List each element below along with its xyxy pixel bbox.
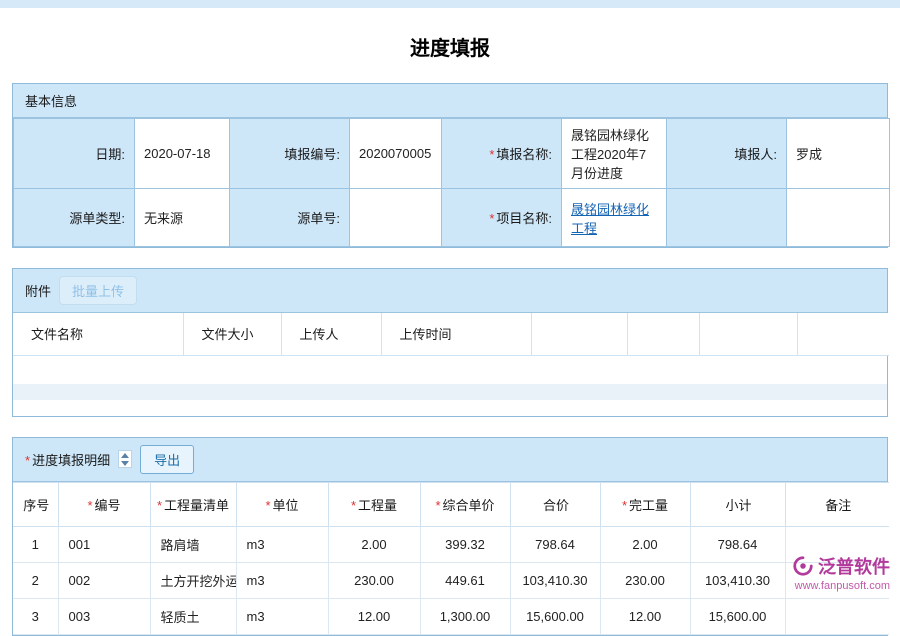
- project-name-link[interactable]: 晟铭园林绿化工程: [571, 202, 649, 236]
- basic-info-header: 基本信息: [13, 84, 887, 118]
- table-cell: [785, 598, 889, 634]
- column-header: 合价: [510, 482, 600, 526]
- table-cell: [785, 562, 889, 598]
- reporter-label: 填报人:: [667, 119, 787, 189]
- table-cell: 449.61: [420, 562, 510, 598]
- project-name-value: 晟铭园林绿化工程: [562, 189, 667, 247]
- reporter-value: 罗成: [787, 119, 890, 189]
- table-row[interactable]: 2 002 土方开挖外运 m3 230.00 449.61 103,410.30…: [13, 562, 889, 598]
- empty-row-stripe: [13, 384, 887, 400]
- project-name-label: *项目名称:: [442, 189, 562, 247]
- table-cell: 12.00: [328, 598, 420, 634]
- basic-info-title: 基本信息: [25, 91, 77, 110]
- table-cell: 798.64: [510, 526, 600, 562]
- table-cell: 399.32: [420, 526, 510, 562]
- column-header: 小计: [690, 482, 785, 526]
- table-row[interactable]: 1 001 路肩墙 m3 2.00 399.32 798.64 2.00 798…: [13, 526, 889, 562]
- table-cell: 2.00: [328, 526, 420, 562]
- table-cell: 1,300.00: [420, 598, 510, 634]
- table-cell: 3: [13, 598, 58, 634]
- empty-label: [667, 189, 787, 247]
- table-cell: m3: [236, 562, 328, 598]
- column-header: 上传时间: [381, 313, 531, 355]
- column-header: [627, 313, 699, 355]
- table-cell: 12.00: [600, 598, 690, 634]
- table-cell: 15,600.00: [690, 598, 785, 634]
- batch-upload-button[interactable]: 批量上传: [59, 276, 137, 305]
- attachments-table: 文件名称 文件大小 上传人 上传时间: [13, 313, 889, 356]
- table-cell: 230.00: [328, 562, 420, 598]
- basic-info-row: 源单类型: 无来源 源单号: *项目名称: 晟铭园林绿化工程: [14, 189, 890, 247]
- top-strip: [0, 0, 900, 8]
- column-header: *编号: [58, 482, 150, 526]
- details-title: *进度填报明细: [25, 450, 110, 469]
- page: 进度填报 基本信息 日期: 2020-07-18 填报编号: 202007000…: [0, 0, 900, 600]
- attachments-header-row: 文件名称 文件大小 上传人 上传时间: [13, 313, 889, 355]
- page-title: 进度填报: [0, 8, 900, 83]
- column-header: 文件名称: [13, 313, 183, 355]
- date-value: 2020-07-18: [135, 119, 230, 189]
- table-cell: 001: [58, 526, 150, 562]
- details-table: 序号 *编号 *工程量清单 *单位 *工程量 *综合单价 合价 *完工量 小计 …: [13, 482, 889, 635]
- column-header: [699, 313, 797, 355]
- table-cell: [785, 526, 889, 562]
- table-cell: 15,600.00: [510, 598, 600, 634]
- table-cell: 103,410.30: [510, 562, 600, 598]
- table-cell: 1: [13, 526, 58, 562]
- column-header: 上传人: [281, 313, 381, 355]
- column-header: *单位: [236, 482, 328, 526]
- table-row[interactable]: 3 003 轻质土 m3 12.00 1,300.00 15,600.00 12…: [13, 598, 889, 634]
- details-header-row: 序号 *编号 *工程量清单 *单位 *工程量 *综合单价 合价 *完工量 小计 …: [13, 482, 889, 526]
- table-cell: 103,410.30: [690, 562, 785, 598]
- attachments-empty-area: [13, 356, 887, 416]
- basic-info-row: 日期: 2020-07-18 填报编号: 2020070005 *填报名称: 晟…: [14, 119, 890, 189]
- date-label: 日期:: [14, 119, 135, 189]
- column-header: *完工量: [600, 482, 690, 526]
- table-cell: 798.64: [690, 526, 785, 562]
- basic-info-section: 基本信息 日期: 2020-07-18 填报编号: 2020070005 *填报…: [12, 83, 888, 248]
- empty-row: [13, 400, 887, 416]
- empty-value: [787, 189, 890, 247]
- column-header: *工程量清单: [150, 482, 236, 526]
- table-cell: 土方开挖外运: [150, 562, 236, 598]
- table-cell: 2.00: [600, 526, 690, 562]
- column-header: *工程量: [328, 482, 420, 526]
- attachments-title: 附件: [25, 281, 51, 300]
- attachments-section: 附件 批量上传 文件名称 文件大小 上传人 上传时间: [12, 268, 888, 417]
- table-cell: 230.00: [600, 562, 690, 598]
- stepper-icon[interactable]: [118, 450, 132, 468]
- table-cell: 003: [58, 598, 150, 634]
- report-name-label: *填报名称:: [442, 119, 562, 189]
- table-cell: m3: [236, 598, 328, 634]
- source-type-value: 无来源: [135, 189, 230, 247]
- report-no-label: 填报编号:: [230, 119, 350, 189]
- column-header: 序号: [13, 482, 58, 526]
- table-cell: 2: [13, 562, 58, 598]
- export-button[interactable]: 导出: [140, 445, 194, 474]
- report-name-value: 晟铭园林绿化工程2020年7月份进度: [562, 119, 667, 189]
- table-cell: m3: [236, 526, 328, 562]
- source-type-label: 源单类型:: [14, 189, 135, 247]
- column-header: *综合单价: [420, 482, 510, 526]
- basic-info-table: 日期: 2020-07-18 填报编号: 2020070005 *填报名称: 晟…: [13, 118, 890, 247]
- column-header: 备注: [785, 482, 889, 526]
- table-cell: 路肩墙: [150, 526, 236, 562]
- column-header: [531, 313, 627, 355]
- column-header: 文件大小: [183, 313, 281, 355]
- table-cell: 002: [58, 562, 150, 598]
- details-header: *进度填报明细 导出: [13, 438, 887, 482]
- column-header: [797, 313, 889, 355]
- source-no-label: 源单号:: [230, 189, 350, 247]
- details-section: *进度填报明细 导出 序号 *编号 *工程量清单 *单位 *工程量 *综合单价 …: [12, 437, 888, 636]
- attachments-header: 附件 批量上传: [13, 269, 887, 313]
- empty-row: [13, 356, 887, 384]
- table-cell: 轻质土: [150, 598, 236, 634]
- source-no-value: [350, 189, 442, 247]
- report-no-value: 2020070005: [350, 119, 442, 189]
